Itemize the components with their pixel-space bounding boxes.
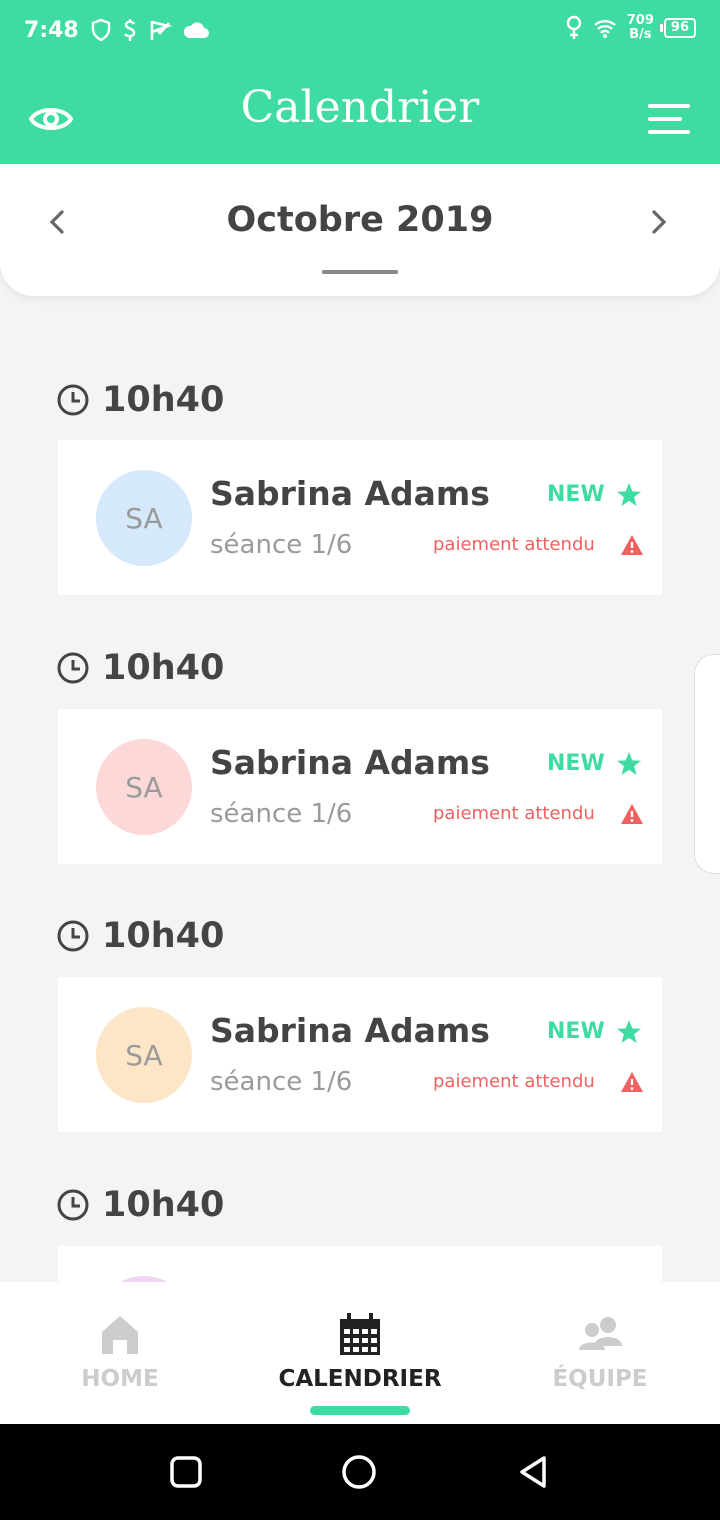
clock-icon: [57, 920, 89, 952]
appointment-time: 10h40: [102, 1185, 225, 1225]
month-label: Octobre 2019: [226, 200, 494, 240]
time-header: 10h40: [56, 916, 224, 956]
client-name: Sabrina Adams: [210, 743, 490, 782]
appointment-card[interactable]: SA Sabrina Adams séance 1/6 NEW paiement…: [58, 440, 662, 595]
appointment-card[interactable]: SA Sabrina Adams séance 1/6 NEW paiement…: [58, 977, 662, 1132]
nav-label: ÉQUIPE: [552, 1366, 648, 1392]
app-bar: Calendrier: [0, 64, 720, 164]
appointment-time: 10h40: [102, 648, 225, 688]
new-badge: NEW: [547, 751, 605, 776]
avatar: SA: [96, 739, 192, 835]
nav-label: HOME: [81, 1366, 159, 1392]
shield-icon: [91, 18, 111, 42]
status-icons-right: 709 B/s 96: [565, 14, 696, 42]
session-count: séance 1/6: [210, 1067, 353, 1097]
client-name: Sabrina Adams: [210, 1011, 490, 1050]
side-drawer-handle[interactable]: [694, 654, 720, 874]
avatar: SA: [96, 470, 192, 566]
month-selector: Octobre 2019: [0, 164, 720, 296]
clock-icon: [57, 652, 89, 684]
client-name: Sabrina Adams: [210, 474, 490, 513]
time-header: 10h40: [56, 1185, 224, 1225]
status-bar: 7:48 709 B/s 96: [0, 0, 720, 64]
home-button-icon[interactable]: [341, 1454, 377, 1490]
appointment-list[interactable]: 10h40 SA Sabrina Adams séance 1/6 NEW pa…: [0, 296, 720, 1282]
clock-icon: [57, 384, 89, 416]
nav-item-home[interactable]: HOME: [0, 1282, 240, 1424]
nav-item-team[interactable]: ÉQUIPE: [480, 1282, 720, 1424]
star-icon: [617, 752, 641, 775]
bottom-nav: HOME CALENDRIER ÉQUIPE: [0, 1282, 720, 1424]
warning-icon: [621, 804, 643, 824]
calendar-icon: [340, 1313, 380, 1355]
wifi-icon: [593, 20, 616, 38]
time-header: 10h40: [56, 380, 224, 420]
system-navigation-bar: [0, 1424, 720, 1520]
session-count: séance 1/6: [210, 530, 353, 560]
team-icon: [579, 1317, 622, 1350]
network-speed: 709 B/s: [627, 14, 654, 42]
status-icons-left: [90, 18, 210, 42]
avatar: SA: [96, 1007, 192, 1103]
menu-icon[interactable]: [646, 102, 692, 136]
time-header: 10h40: [56, 648, 224, 688]
status-time: 7:48: [24, 18, 79, 43]
appointment-time: 10h40: [102, 916, 225, 956]
nav-item-calendar[interactable]: CALENDRIER: [240, 1282, 480, 1424]
payment-status: paiement attendu: [433, 534, 595, 555]
cloud-icon: [183, 22, 209, 38]
star-icon: [617, 1020, 641, 1043]
warning-icon: [621, 1072, 643, 1092]
warning-icon: [621, 535, 643, 555]
star-icon: [617, 483, 641, 506]
new-badge: NEW: [547, 482, 605, 507]
active-tab-indicator: [310, 1406, 410, 1415]
clock-icon: [57, 1189, 89, 1221]
payment-status: paiement attendu: [433, 1071, 595, 1092]
location-icon: [566, 15, 581, 39]
dollar-icon: [124, 19, 136, 41]
appointment-card[interactable]: [58, 1246, 662, 1282]
recents-icon[interactable]: [168, 1454, 204, 1490]
page-title: Calendrier: [240, 82, 480, 133]
chevron-right-icon[interactable]: [644, 208, 672, 236]
back-icon[interactable]: [516, 1454, 552, 1490]
home-icon: [102, 1316, 138, 1354]
speed-value: 709: [626, 13, 654, 28]
speed-unit: B/s: [629, 27, 652, 42]
payment-status: paiement attendu: [433, 803, 595, 824]
month-indicator[interactable]: [322, 270, 398, 274]
new-badge: NEW: [547, 1019, 605, 1044]
appointment-card[interactable]: SA Sabrina Adams séance 1/6 NEW paiement…: [58, 709, 662, 864]
battery-indicator: 96: [659, 18, 696, 38]
appointment-time: 10h40: [102, 380, 225, 420]
session-count: séance 1/6: [210, 799, 353, 829]
nav-label: CALENDRIER: [278, 1366, 442, 1392]
flag-icon: [150, 20, 172, 40]
